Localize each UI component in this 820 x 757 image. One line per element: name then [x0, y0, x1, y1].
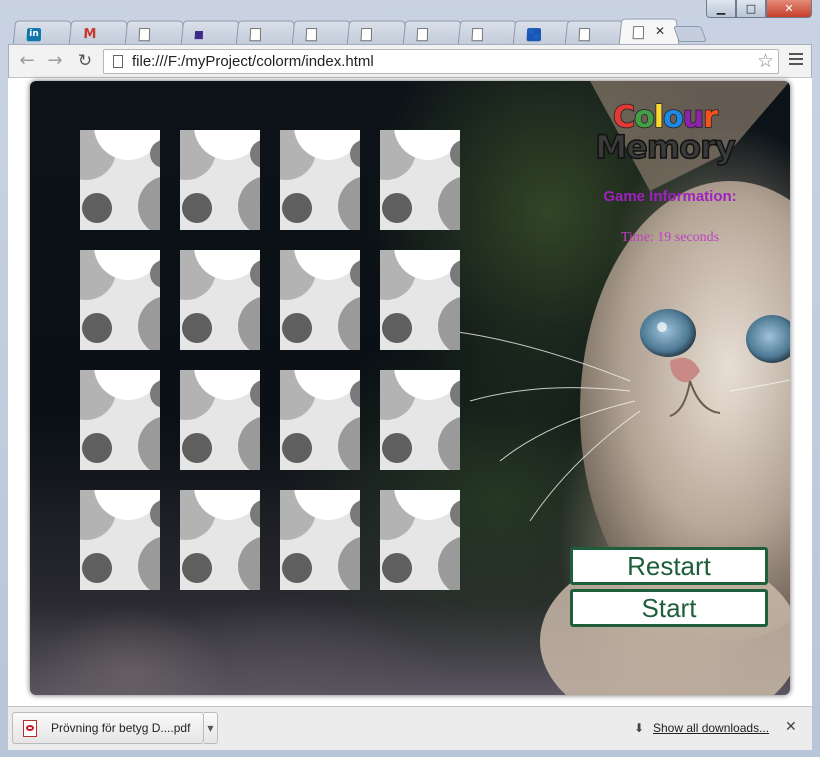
game-information-title: Game Information:: [603, 188, 737, 205]
gmail-icon: M: [82, 27, 97, 43]
close-downloads-icon[interactable]: ✕: [785, 719, 797, 735]
page-icon: [416, 28, 429, 42]
window-controls: ▁ □ ✕: [706, 0, 812, 18]
browser-tab[interactable]: [124, 20, 186, 45]
page-icon: [305, 28, 318, 42]
browser-window: ▁ □ ✕ in M 🐾 ✕ ← → ↻ file:///F:/myProject/c…: [0, 0, 820, 757]
page-icon: [578, 28, 591, 42]
page-icon: [360, 28, 373, 42]
page-icon: [471, 28, 484, 42]
paw-icon: 🐾: [526, 28, 542, 42]
pdf-file-icon: [23, 720, 37, 737]
download-item[interactable]: Prövning för betyg D....pdf: [12, 712, 204, 744]
browser-tab[interactable]: [564, 20, 626, 45]
download-file-name: Prövning för betyg D....pdf: [51, 721, 191, 735]
card-back[interactable]: [280, 370, 360, 470]
browser-tab[interactable]: [291, 20, 353, 45]
card-back[interactable]: [180, 370, 260, 470]
browser-tab[interactable]: [180, 20, 242, 45]
download-menu-chevron-icon[interactable]: ▼: [204, 712, 218, 744]
linkedin-icon: in: [26, 28, 42, 42]
page-icon: [138, 28, 151, 42]
maximize-button[interactable]: □: [736, 0, 766, 18]
card-back[interactable]: [380, 130, 460, 230]
new-tab-button[interactable]: [673, 26, 707, 42]
card-back[interactable]: [380, 370, 460, 470]
show-all-downloads-link[interactable]: Show all downloads...: [653, 721, 769, 735]
minimize-button[interactable]: ▁: [706, 0, 736, 18]
browser-tab[interactable]: [346, 20, 408, 45]
card-back[interactable]: [280, 130, 360, 230]
start-button[interactable]: Start: [570, 589, 768, 627]
card-back[interactable]: [80, 130, 160, 230]
url-text[interactable]: file:///F:/myProject/colorm/index.html: [132, 53, 374, 70]
card-back[interactable]: [80, 490, 160, 590]
tab-strip: in M 🐾 ✕: [12, 18, 714, 45]
card-back[interactable]: [80, 250, 160, 350]
forward-arrow-icon[interactable]: →: [45, 51, 65, 71]
address-bar[interactable]: file:///F:/myProject/colorm/index.html ☆: [103, 49, 779, 74]
reload-icon[interactable]: ↻: [75, 51, 95, 71]
download-shelf: Prövning för betyg D....pdf ▼ ⬇ Show all…: [8, 706, 812, 750]
page-viewport: Colour Memory Game Information: Time: 19…: [8, 78, 812, 706]
browser-tab[interactable]: in: [12, 20, 74, 45]
bookmark-star-icon[interactable]: ☆: [757, 50, 774, 72]
browser-tab[interactable]: [235, 20, 297, 45]
restart-button[interactable]: Restart: [570, 547, 768, 585]
close-window-button[interactable]: ✕: [766, 0, 812, 18]
card-back[interactable]: [180, 130, 260, 230]
card-back[interactable]: [80, 370, 160, 470]
square-icon: [194, 31, 204, 40]
card-back[interactable]: [380, 250, 460, 350]
browser-toolbar: ← → ↻ file:///F:/myProject/colorm/index.…: [8, 44, 812, 78]
page-icon: [249, 28, 262, 42]
browser-tab[interactable]: ✕: [618, 18, 680, 45]
card-back[interactable]: [280, 490, 360, 590]
card-back[interactable]: [180, 250, 260, 350]
browser-tab[interactable]: [457, 20, 519, 45]
time-display: Time: 19 seconds: [620, 230, 720, 245]
page-icon: [632, 26, 645, 40]
colour-memory-logo: Colour Memory: [590, 102, 740, 166]
page-icon: [113, 55, 123, 68]
browser-tab[interactable]: [402, 20, 464, 45]
logo-memory-text: Memory: [594, 128, 736, 166]
close-tab-icon[interactable]: ✕: [655, 24, 666, 38]
back-arrow-icon[interactable]: ←: [17, 51, 37, 71]
menu-icon[interactable]: [789, 53, 803, 68]
game-board: Colour Memory Game Information: Time: 19…: [30, 81, 790, 695]
card-grid: [80, 130, 460, 590]
browser-tab[interactable]: M: [68, 20, 130, 45]
card-back[interactable]: [280, 250, 360, 350]
card-back[interactable]: [180, 490, 260, 590]
download-arrow-icon: ⬇: [634, 721, 645, 735]
card-back[interactable]: [380, 490, 460, 590]
